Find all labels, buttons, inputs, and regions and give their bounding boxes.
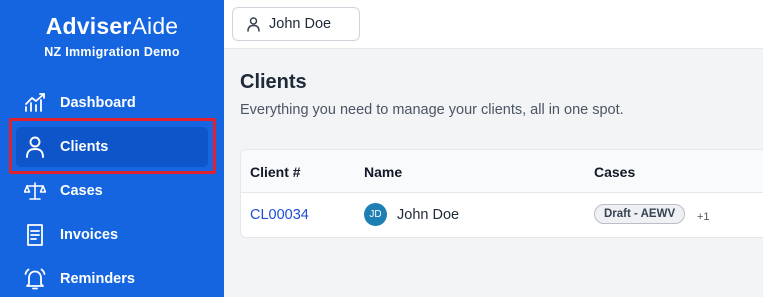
sidebar-item-invoices[interactable]: Invoices bbox=[16, 215, 208, 255]
column-header-name[interactable]: Name bbox=[364, 164, 402, 180]
sidebar-item-cases[interactable]: Cases bbox=[16, 171, 208, 211]
chart-icon bbox=[24, 92, 46, 114]
brand-title: AdviserAide bbox=[0, 13, 224, 40]
top-bar: John Doe bbox=[224, 0, 763, 49]
sidebar-item-clients[interactable]: Clients bbox=[16, 127, 208, 167]
column-header-cases[interactable]: Cases bbox=[594, 164, 635, 180]
avatar: JD bbox=[364, 203, 387, 226]
sidebar-item-reminders[interactable]: Reminders bbox=[16, 259, 208, 297]
sidebar-item-label: Clients bbox=[60, 139, 109, 155]
bell-icon bbox=[24, 268, 46, 290]
client-name[interactable]: John Doe bbox=[397, 207, 459, 223]
brand-title-bold: Adviser bbox=[45, 13, 132, 39]
sidebar-item-label: Dashboard bbox=[60, 95, 136, 111]
more-cases-count[interactable]: +1 bbox=[697, 211, 710, 223]
brand: AdviserAide NZ Immigration Demo bbox=[0, 13, 224, 59]
user-icon bbox=[247, 16, 260, 32]
invoice-icon bbox=[24, 224, 46, 246]
column-header-client-number[interactable]: Client # bbox=[250, 164, 301, 180]
sidebar-item-label: Invoices bbox=[60, 227, 119, 243]
page-subtitle: Everything you need to manage your clien… bbox=[240, 102, 624, 118]
brand-title-light: Aide bbox=[131, 13, 179, 39]
sidebar-item-label: Cases bbox=[60, 183, 103, 199]
page-title: Clients bbox=[240, 71, 307, 93]
client-id-link[interactable]: CL00034 bbox=[250, 207, 309, 223]
sidebar-item-dashboard[interactable]: Dashboard bbox=[16, 83, 208, 123]
user-menu-button[interactable]: John Doe bbox=[232, 7, 360, 41]
brand-subtitle: NZ Immigration Demo bbox=[44, 45, 180, 59]
user-name: John Doe bbox=[269, 16, 332, 32]
table-header: Client # Name Cases bbox=[241, 150, 763, 193]
table-row[interactable]: CL00034 JD John Doe Draft - AEWV +1 bbox=[241, 193, 763, 237]
sidebar-item-label: Reminders bbox=[60, 271, 135, 287]
user-icon bbox=[24, 136, 46, 158]
clients-table: Client # Name Cases CL00034 JD John Doe … bbox=[240, 149, 763, 238]
sidebar: AdviserAide NZ Immigration Demo Dashboar… bbox=[0, 0, 224, 297]
scales-icon bbox=[24, 180, 46, 202]
case-status-badge[interactable]: Draft - AEWV bbox=[594, 204, 686, 224]
